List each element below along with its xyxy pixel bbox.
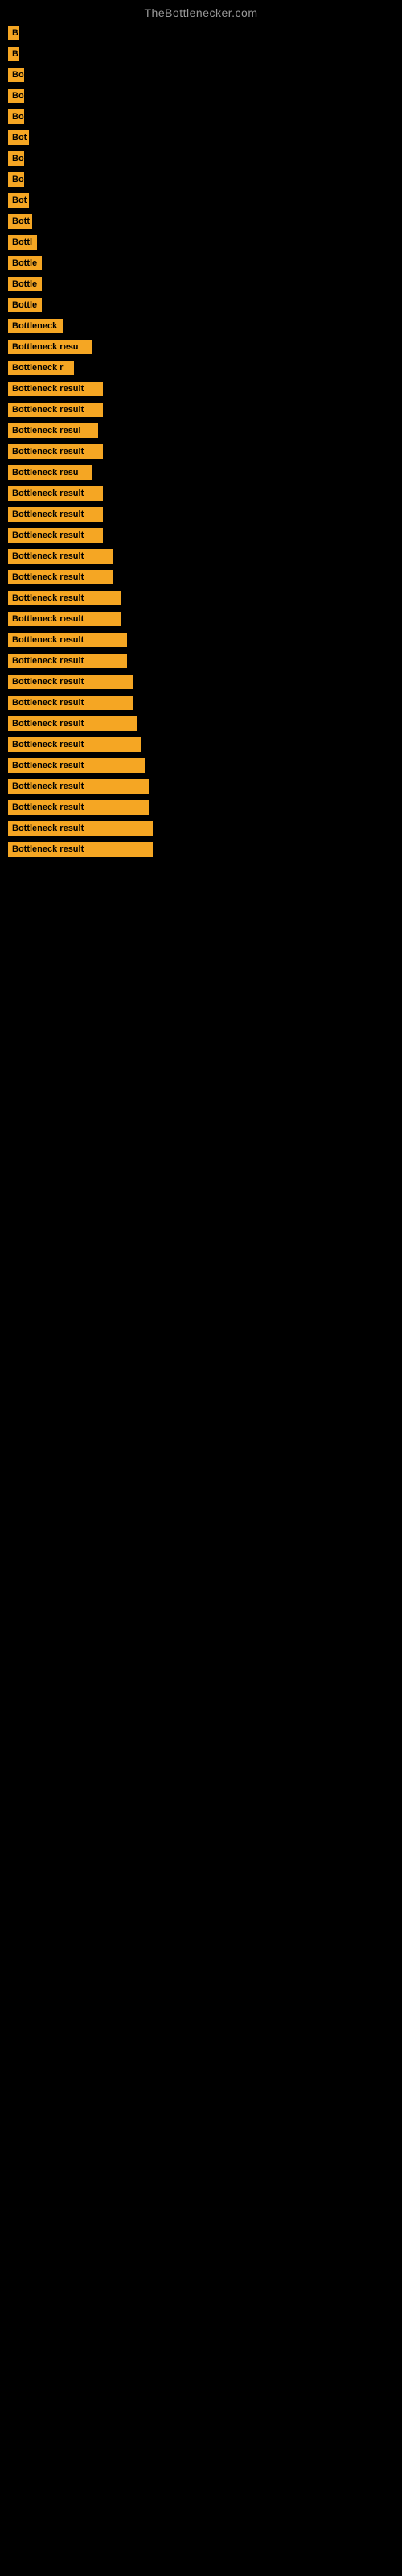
label-row: Bo [8,106,394,127]
bottleneck-label: Bo [8,109,24,124]
label-row: Bo [8,169,394,190]
bottleneck-label: Bottleneck resu [8,465,92,480]
bottleneck-label: Bottl [8,235,37,250]
bottleneck-label: Bottleneck resul [8,423,98,438]
label-row: Bottleneck r [8,357,394,378]
label-row: Bott [8,211,394,232]
label-row: Bottleneck result [8,441,394,462]
bottleneck-label: Bottleneck result [8,633,127,647]
site-title: TheBottlenecker.com [0,0,402,23]
label-row: Bottle [8,274,394,295]
bottleneck-label: Bottle [8,277,42,291]
label-row: Bottleneck result [8,567,394,588]
bottleneck-label: Bottleneck result [8,779,149,794]
bottleneck-label: Bo [8,68,24,82]
label-row: Bo [8,64,394,85]
label-row: Bottle [8,253,394,274]
label-row: Bottleneck resu [8,336,394,357]
bottleneck-label: Bottleneck result [8,528,103,543]
label-row: Bottleneck result [8,546,394,567]
label-row: Bottleneck result [8,650,394,671]
bottleneck-label: Bottleneck result [8,507,103,522]
bottleneck-label: Bot [8,193,29,208]
label-row: Bot [8,127,394,148]
bottleneck-label: Bottleneck result [8,716,137,731]
bottleneck-label: Bottleneck r [8,361,74,375]
bottleneck-label: Bottleneck result [8,675,133,689]
bottleneck-label: Bottleneck [8,319,63,333]
bottleneck-label: Bottleneck result [8,654,127,668]
label-row: Bo [8,85,394,106]
label-row: Bottleneck resul [8,420,394,441]
bottleneck-label: Bottleneck result [8,612,121,626]
bottleneck-label: Bottleneck result [8,486,103,501]
bottleneck-label: B [8,26,19,40]
label-row: Bottleneck result [8,797,394,818]
bottleneck-label: Bo [8,89,24,103]
bottleneck-label: Bot [8,130,29,145]
bottleneck-label: Bottleneck result [8,758,145,773]
bottleneck-label: Bottle [8,256,42,270]
bottleneck-label: B [8,47,19,61]
bottleneck-label: Bottle [8,298,42,312]
bottleneck-label: Bottleneck result [8,737,141,752]
label-row: Bottleneck result [8,609,394,630]
bottleneck-label: Bottleneck result [8,842,153,857]
label-row: Bottleneck result [8,399,394,420]
label-row: Bottleneck result [8,483,394,504]
label-row: Bottleneck result [8,818,394,839]
label-row: Bottleneck result [8,504,394,525]
label-row: Bottleneck result [8,839,394,860]
label-row: Bottleneck result [8,378,394,399]
label-row: Bottleneck result [8,755,394,776]
bottleneck-label: Bottleneck result [8,549,113,564]
label-row: Bot [8,190,394,211]
bottleneck-label: Bo [8,151,24,166]
label-row: B [8,23,394,43]
label-row: Bottleneck result [8,692,394,713]
label-row: Bottle [8,295,394,316]
label-row: Bottleneck result [8,588,394,609]
label-row: Bottl [8,232,394,253]
bottleneck-label: Bottleneck result [8,800,149,815]
label-row: Bottleneck result [8,630,394,650]
bottleneck-label: Bottleneck result [8,591,121,605]
bottleneck-label: Bottleneck result [8,570,113,584]
label-row: Bottleneck result [8,734,394,755]
label-row: Bottleneck resu [8,462,394,483]
label-row: Bottleneck result [8,776,394,797]
bottleneck-label: Bottleneck resu [8,340,92,354]
bottleneck-label: Bott [8,214,32,229]
bottleneck-label: Bottleneck result [8,382,103,396]
label-row: Bottleneck result [8,713,394,734]
label-row: Bottleneck result [8,671,394,692]
labels-container: BB Bo Bo Bo Bot Bo Bo Bot Bott Bottl Bottle Bottle B… [0,23,402,860]
label-row: Bottleneck result [8,525,394,546]
label-row: B [8,43,394,64]
bottleneck-label: Bottleneck result [8,444,103,459]
bottleneck-label: Bottleneck result [8,821,153,836]
bottleneck-label: Bottleneck result [8,402,103,417]
label-row: Bo [8,148,394,169]
bottleneck-label: Bottleneck result [8,696,133,710]
bottleneck-label: Bo [8,172,24,187]
label-row: Bottleneck [8,316,394,336]
